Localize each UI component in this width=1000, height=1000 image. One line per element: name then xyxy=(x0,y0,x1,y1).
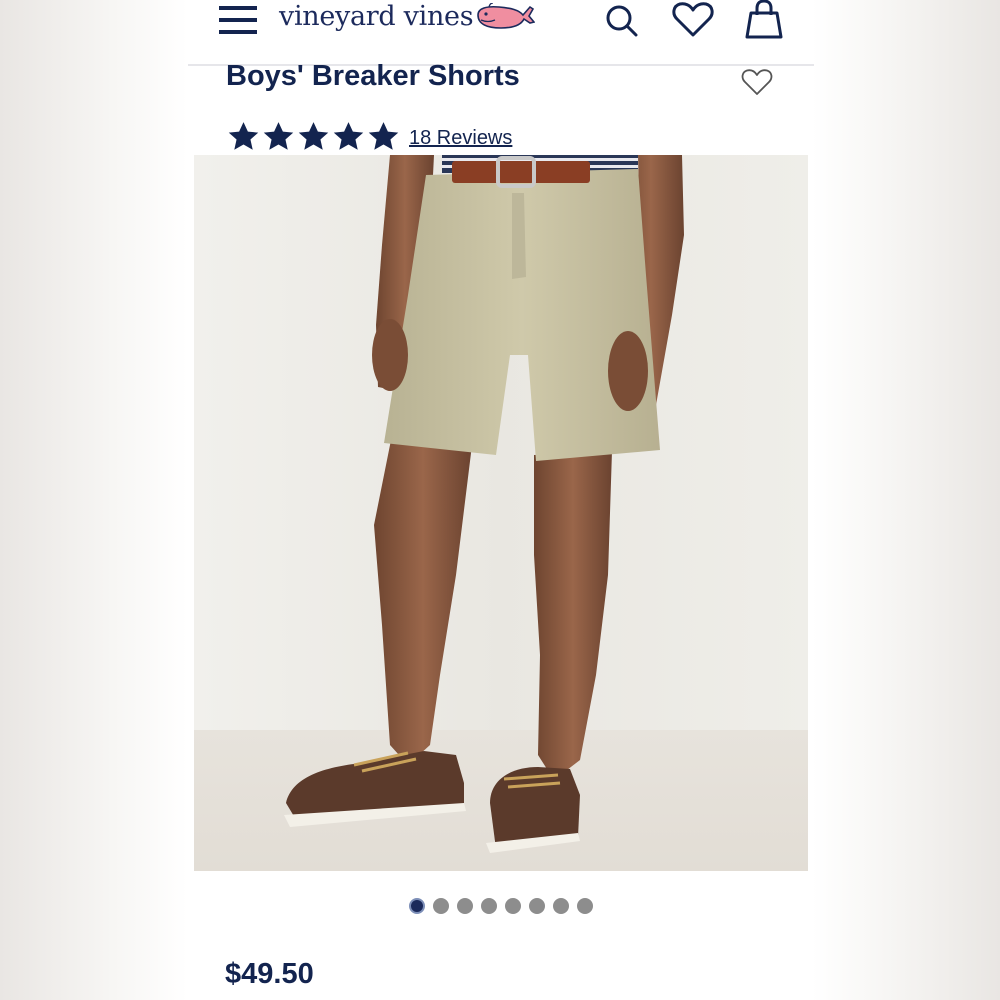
reviews-link[interactable]: 18 Reviews xyxy=(409,127,512,150)
star-icon xyxy=(298,122,329,150)
carousel-dot[interactable] xyxy=(529,898,545,914)
product-photo-illustration xyxy=(194,155,808,871)
site-header: vineyard vines xyxy=(188,0,814,66)
carousel-dot[interactable] xyxy=(433,898,449,914)
product-price: $49.50 xyxy=(225,958,314,990)
star-icon xyxy=(228,122,259,150)
whale-logo-icon[interactable] xyxy=(475,3,535,31)
carousel-dot[interactable] xyxy=(457,898,473,914)
star-rating xyxy=(226,120,401,154)
search-icon[interactable] xyxy=(605,4,639,38)
left-backdrop xyxy=(0,0,188,1000)
carousel-dot[interactable] xyxy=(481,898,497,914)
star-icon xyxy=(333,122,364,150)
star-icon xyxy=(368,122,399,150)
carousel-dots xyxy=(188,898,814,914)
wishlist-heart-icon[interactable] xyxy=(741,68,773,96)
carousel-dot[interactable] xyxy=(577,898,593,914)
brand-logo-text[interactable]: vineyard vines xyxy=(279,1,474,32)
product-title: Boys' Breaker Shorts xyxy=(226,60,520,92)
carousel-dot[interactable] xyxy=(505,898,521,914)
carousel-dot[interactable] xyxy=(553,898,569,914)
carousel-dot[interactable] xyxy=(409,898,425,914)
bag-icon[interactable] xyxy=(744,0,784,40)
product-page: vineyard vines Boys' Breaker Shorts 18 R… xyxy=(188,0,814,1000)
star-icon xyxy=(263,122,294,150)
heart-icon[interactable] xyxy=(672,2,714,38)
right-backdrop xyxy=(812,0,1000,1000)
product-image[interactable] xyxy=(194,155,808,871)
menu-icon[interactable] xyxy=(219,4,259,36)
